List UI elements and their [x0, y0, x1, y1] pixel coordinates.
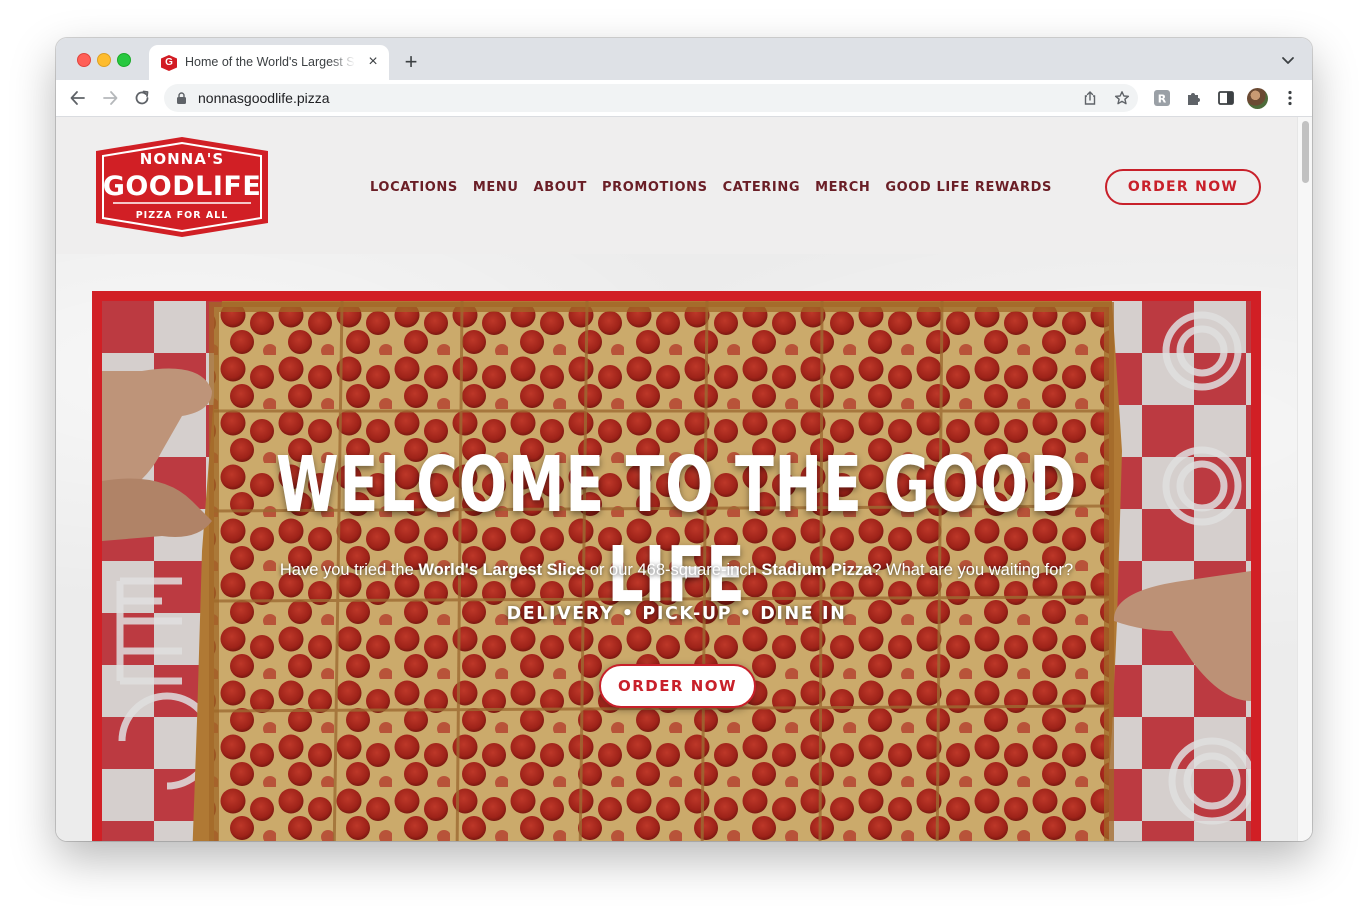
- svg-text:R: R: [1158, 93, 1167, 106]
- reload-icon[interactable]: [132, 88, 152, 108]
- main-navigation: LOCATIONS MENU ABOUT PROMOTIONS CATERING MERC…: [370, 178, 1067, 196]
- hero-banner: WELCOME TO THE GOOD LIFE Have you tried …: [102, 301, 1251, 841]
- tab-close-icon[interactable]: ×: [364, 53, 382, 71]
- tab-strip: G Home of the World's Largest Slice × +: [56, 38, 1312, 80]
- new-tab-button[interactable]: +: [400, 51, 422, 73]
- nonnas-goodlife-logo[interactable]: NONNA'S GOODLIFE PIZZA FOR ALL: [91, 137, 273, 237]
- menu-kebab-icon[interactable]: [1280, 88, 1300, 108]
- minimize-window-button[interactable]: [97, 53, 111, 67]
- share-icon[interactable]: [1082, 90, 1098, 106]
- logo-line-2: GOODLIFE: [103, 171, 262, 202]
- logo-line-1: NONNA'S: [140, 150, 224, 168]
- maximize-window-button[interactable]: [117, 53, 131, 67]
- address-bar[interactable]: nonnasgoodlife.pizza: [164, 84, 1138, 112]
- hero-frame: WELCOME TO THE GOOD LIFE Have you tried …: [92, 291, 1261, 841]
- nav-good-life-rewards[interactable]: GOOD LIFE REWARDS: [885, 180, 1052, 195]
- hero-title: WELCOME TO THE GOOD LIFE: [275, 441, 1078, 620]
- back-arrow-icon[interactable]: [68, 88, 88, 108]
- browser-tab[interactable]: G Home of the World's Largest Slice ×: [149, 45, 389, 80]
- browser-toolbar: nonnasgoodlife.pizza R: [56, 80, 1312, 117]
- tab-search-chevron-icon[interactable]: [1280, 52, 1296, 68]
- extension-icon[interactable]: R: [1152, 88, 1172, 108]
- service-modes: DELIVERY • PICK-UP • DINE IN: [506, 604, 847, 624]
- url-text[interactable]: nonnasgoodlife.pizza: [198, 90, 330, 106]
- bookmark-star-icon[interactable]: [1114, 90, 1130, 106]
- nav-locations[interactable]: LOCATIONS: [370, 180, 458, 195]
- logo-line-3: PIZZA FOR ALL: [136, 210, 229, 221]
- page-viewport: NONNA'S GOODLIFE PIZZA FOR ALL LOCATIONS…: [56, 117, 1312, 841]
- puzzle-icon[interactable]: [1184, 88, 1204, 108]
- lock-icon[interactable]: [176, 92, 187, 104]
- nav-menu[interactable]: MENU: [473, 180, 519, 195]
- hero-order-now-button[interactable]: ORDER NOW: [599, 664, 756, 708]
- profile-avatar[interactable]: [1247, 88, 1268, 109]
- site-header: NONNA'S GOODLIFE PIZZA FOR ALL LOCATIONS…: [56, 117, 1297, 254]
- nav-catering[interactable]: CATERING: [723, 180, 801, 195]
- browser-window: G Home of the World's Largest Slice × + …: [56, 38, 1312, 841]
- page-scrollbar[interactable]: [1297, 117, 1312, 841]
- tab-title: Home of the World's Largest Slice: [185, 55, 355, 69]
- scrollbar-thumb[interactable]: [1302, 121, 1309, 183]
- nav-about[interactable]: ABOUT: [534, 180, 587, 195]
- header-order-now-button[interactable]: ORDER NOW: [1105, 169, 1261, 205]
- nav-merch[interactable]: MERCH: [815, 180, 870, 195]
- close-window-button[interactable]: [77, 53, 91, 67]
- side-panel-icon[interactable]: [1216, 88, 1236, 108]
- forward-arrow-icon[interactable]: [100, 88, 120, 108]
- hero-subtitle: Have you tried the World's Largest Slice…: [279, 561, 1074, 579]
- nav-promotions[interactable]: PROMOTIONS: [602, 180, 708, 195]
- site-favicon-icon: G: [161, 55, 177, 71]
